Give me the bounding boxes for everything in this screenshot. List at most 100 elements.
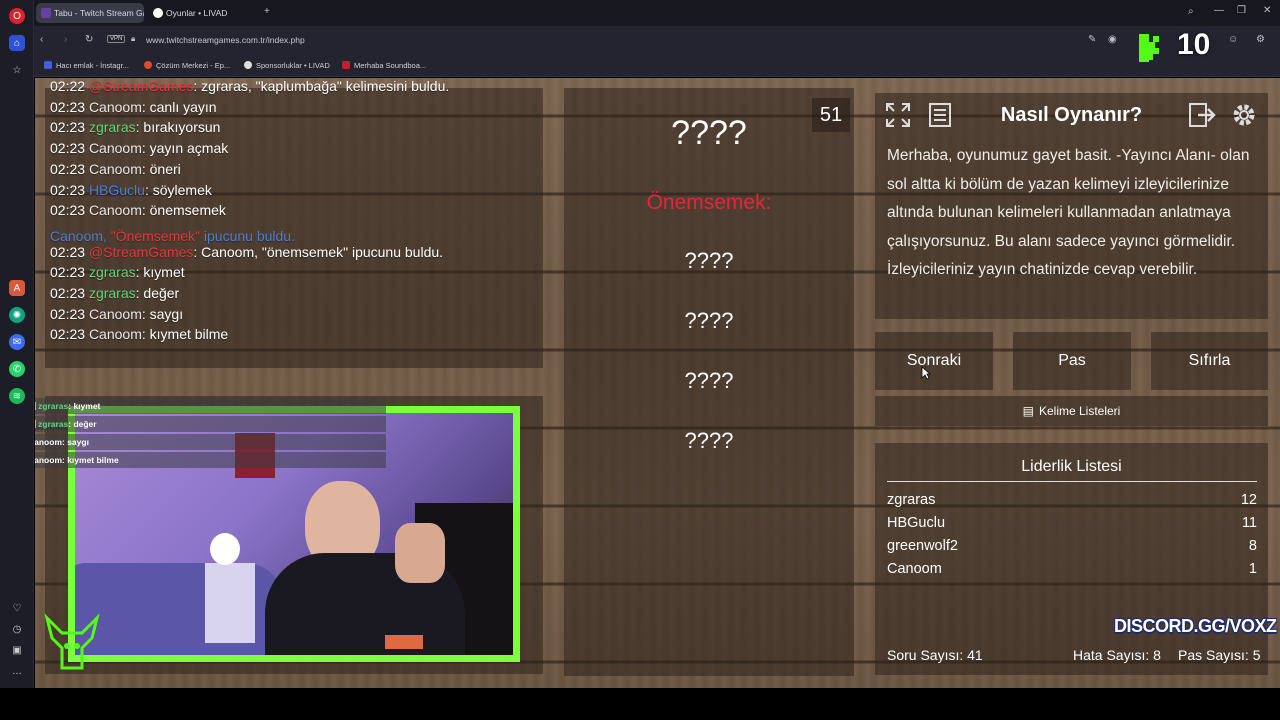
tab-oyunlar[interactable]: Oyunlar • LIVAD <box>148 3 260 23</box>
webcam-chat-username: zgraras <box>38 419 69 429</box>
player-score: 12 <box>1240 492 1257 508</box>
plus-icon[interactable]: + <box>264 6 270 17</box>
chat-text: : kıymet <box>135 264 185 281</box>
chat-time: 02:23 <box>50 140 86 157</box>
leaderboard-row: zgraras 12 <box>887 492 1257 508</box>
chat-message: 02:23 Canoom: öneri <box>50 161 181 177</box>
chat-text: : önemsemek <box>141 202 226 219</box>
close-icon[interactable]: ✕ <box>1263 5 1271 16</box>
leaderboard-title: Liderlik Listesi <box>1021 458 1122 475</box>
edit-icon[interactable]: ✎ <box>1088 34 1096 45</box>
chat-time: 02:23 <box>50 98 86 115</box>
hidden-word: ???? <box>684 368 734 393</box>
plush-toy <box>210 533 240 565</box>
vpn-badge[interactable]: VPN <box>107 35 126 43</box>
opera-logo-icon[interactable]: O <box>9 8 25 24</box>
star-icon[interactable]: ☆ <box>9 62 25 78</box>
chat-time: 02:23 <box>50 160 86 177</box>
leaderboard-row: HBGuclu 11 <box>887 515 1257 531</box>
pass-count: Pas Sayısı: 5 <box>1178 647 1261 663</box>
history-icon[interactable]: ◷ <box>9 621 25 637</box>
chat-message: 02:23 zgraras: bırakıyorsun <box>50 119 220 135</box>
chatgpt-icon[interactable]: ✺ <box>9 307 25 323</box>
minimize-icon[interactable]: — <box>1214 5 1224 16</box>
chat-username: Canoom <box>88 326 142 343</box>
profile-icon[interactable]: ☺ <box>1228 34 1238 45</box>
leaderboard-row: greenwolf2 8 <box>887 538 1257 554</box>
reload-icon[interactable]: ↻ <box>85 34 93 45</box>
camera-icon[interactable]: ◉ <box>1108 34 1117 45</box>
gear-icon[interactable] <box>1227 98 1261 132</box>
chat-username: @StreamGames <box>88 78 194 94</box>
player-name: zgraras <box>887 492 936 508</box>
messenger-icon[interactable]: ✉ <box>9 334 25 350</box>
app-icon[interactable]: A <box>9 280 25 296</box>
lock-icon: 🔒︎ <box>131 34 136 43</box>
spotify-icon[interactable]: ≋ <box>9 388 25 404</box>
bull-logo-icon <box>44 613 100 670</box>
hint-notice: Canoom, "Önemsemek" ipucunu buldu. <box>50 228 295 244</box>
list-icon: ▤ <box>1022 404 1034 418</box>
chat-username: HBGuclu <box>88 181 145 198</box>
settings-icon[interactable]: ⚙ <box>1256 34 1265 45</box>
chat-username: Canoom <box>88 160 142 177</box>
tab-tabu[interactable]: Tabu - Twitch Stream Gam <box>36 3 144 23</box>
hint-notice-word: "Önemsemek" <box>110 228 201 244</box>
extensions-icon[interactable]: ▣ <box>9 642 25 658</box>
word-lists-button[interactable]: ▤ Kelime Listeleri <box>875 396 1268 426</box>
leaderboard-row: Canoom 1 <box>887 561 1257 577</box>
webcam-chat-text: : kıymet <box>68 401 101 411</box>
kick-follower-badge: 10 <box>1137 28 1217 66</box>
chat-username: Canoom <box>88 202 142 219</box>
how-to-play-text: Merhaba, oyunumuz gayet basit. -Yayıncı … <box>887 147 1250 278</box>
player-score: 8 <box>1248 538 1257 554</box>
chat-text: : canlı yayın <box>141 98 217 115</box>
bookmark-cozum-merkezi[interactable]: Çözüm Merkezi - Ep... <box>144 61 230 70</box>
next-button[interactable]: Sonraki <box>875 332 993 390</box>
back-icon[interactable]: ‹ <box>40 34 43 45</box>
chat-text: : zgraras, "kaplumbağa" kelimesini buldu… <box>193 78 450 94</box>
chat-text: : kıymet bilme <box>141 326 229 343</box>
webcam-chat-username: Canoom <box>35 455 62 465</box>
webcam-chat-message: zgraras: değer <box>35 416 386 432</box>
chat-username: @StreamGames <box>88 243 194 260</box>
maximize-icon[interactable]: ❐ <box>1237 5 1246 16</box>
sub-badge-icon <box>35 420 36 428</box>
url-field[interactable]: www.twitchstreamgames.com.tr/index.php <box>146 35 305 45</box>
chat-time: 02:23 <box>50 119 86 136</box>
bookmark-icon <box>342 61 350 69</box>
chat-time: 02:23 <box>50 285 86 301</box>
chat-username: Canoom <box>88 305 142 322</box>
pass-button[interactable]: Pas <box>1013 332 1131 390</box>
player-name: Canoom <box>887 561 942 577</box>
twitch-icon <box>41 8 51 18</box>
webcam-chat-message: zgraras: kıymet <box>35 398 386 414</box>
whatsapp-icon[interactable]: ✆ <box>9 361 25 377</box>
browser-sidebar: O ⌂ ☆ A ✺ ✉ ✆ ≋ ♡ ◷ ▣ … <box>0 0 34 690</box>
bookmark-sponsorluklar[interactable]: Sponsorluklar • LIVAD <box>244 61 330 70</box>
chat-text: : saygı <box>141 305 184 322</box>
heart-icon[interactable]: ♡ <box>9 600 25 616</box>
reset-button[interactable]: Sıfırla <box>1151 332 1268 390</box>
bookmark-merhaba-soundboard[interactable]: Merhaba Soundboa... <box>342 61 426 70</box>
main-word: ???? <box>671 114 747 152</box>
home-icon[interactable]: ⌂ <box>9 35 25 51</box>
webcam-chat-message: Canoom: kıymet bilme <box>35 452 386 468</box>
more-icon[interactable]: … <box>9 663 25 679</box>
chat-message: 02:23 Canoom: önemsemek <box>50 202 226 218</box>
player-score: 11 <box>1241 515 1257 531</box>
search-icon[interactable]: ⌕ <box>1188 6 1194 17</box>
webcam-chat-username: zgraras <box>38 401 69 411</box>
bookmark-haci-emlak[interactable]: Hacı emlak - İnstagr... <box>44 61 129 70</box>
word-lists-label: Kelime Listeleri <box>1038 404 1121 418</box>
leaderboard-divider <box>887 481 1257 482</box>
chat-message: 02:23 zgraras: kıymet <box>50 264 185 280</box>
bookmark-label: Hacı emlak - İnstagr... <box>56 61 129 70</box>
chat-text: : bırakıyorsun <box>135 119 221 136</box>
chat-time: 02:23 <box>50 326 86 343</box>
discord-overlay-text: DISCORD.GG/VOXZ <box>1114 616 1277 636</box>
forward-icon[interactable]: › <box>64 34 67 45</box>
error-count: Hata Sayısı: 8 <box>1073 647 1161 663</box>
exit-icon[interactable] <box>1185 98 1219 132</box>
player-name: HBGuclu <box>887 515 946 531</box>
